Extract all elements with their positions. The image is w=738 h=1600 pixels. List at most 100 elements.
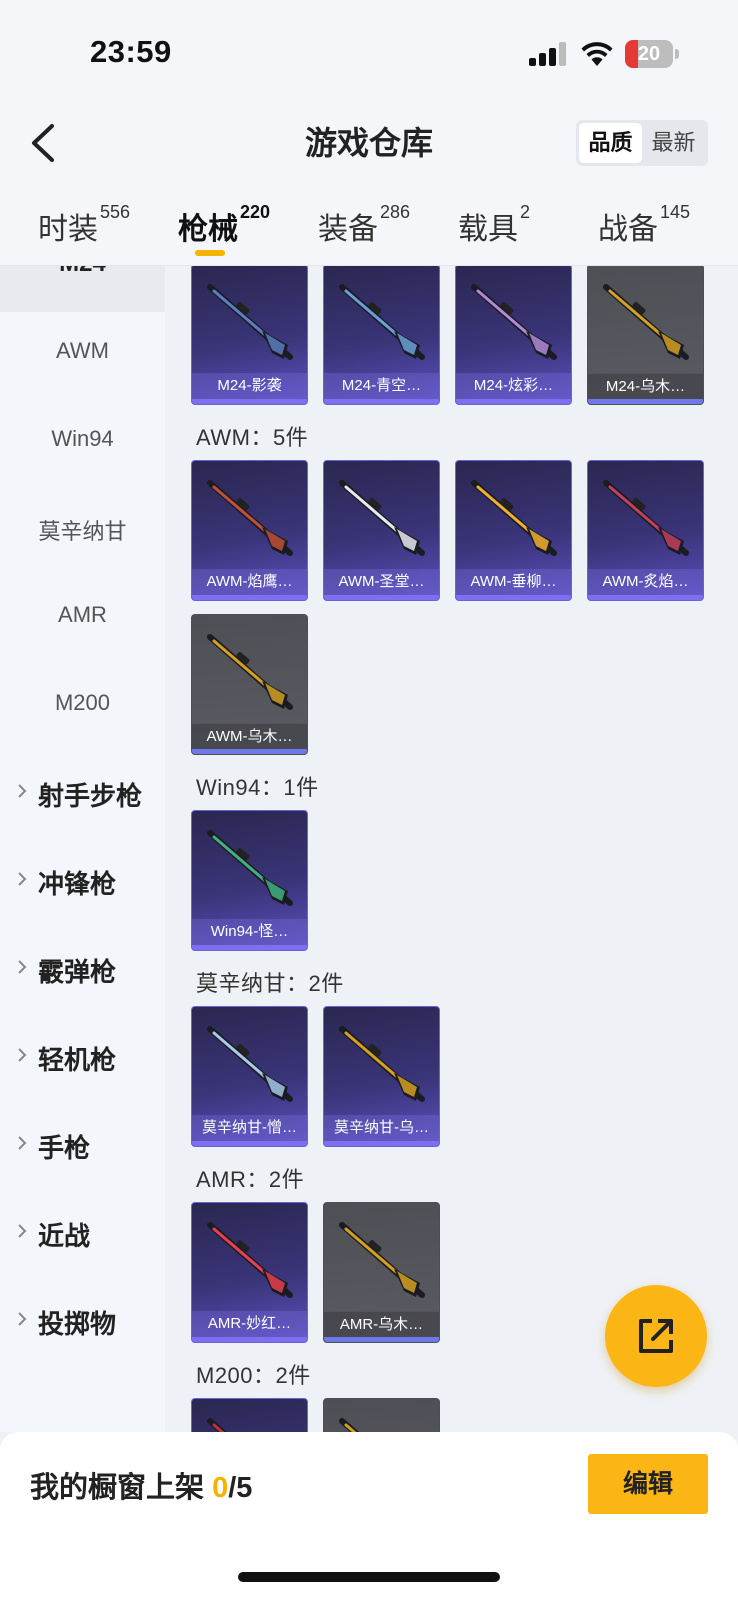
weapon-skin-name: M24-炫彩…: [456, 373, 571, 399]
rifle-icon: [603, 480, 689, 556]
weapon-skin-card[interactable]: AMR-乌木…: [323, 1202, 440, 1343]
weapon-skin-name: AWM-焰鹰…: [192, 569, 307, 595]
tab-count: 2: [520, 202, 531, 222]
weapon-skin-card[interactable]: Win94-怪…: [191, 810, 308, 951]
weapon-skin-card[interactable]: AMR-妙红…: [191, 1202, 308, 1343]
tab-combat-gear[interactable]: 战备145: [598, 202, 691, 248]
weapon-skin-card[interactable]: M24-青空…: [323, 266, 440, 405]
weapon-skin-card[interactable]: [191, 1398, 308, 1432]
weapon-skin-name: AMR-乌木…: [324, 1311, 439, 1337]
tab-equipment[interactable]: 装备286: [318, 202, 411, 248]
home-indicator: [238, 1572, 500, 1582]
weapon-skin-card[interactable]: AWM-垂柳…: [455, 460, 572, 601]
weapon-skin-card[interactable]: M24-乌木…: [587, 266, 704, 405]
weapon-skin-card[interactable]: AWM-圣堂…: [323, 460, 440, 601]
rifle-icon: [207, 830, 293, 906]
status-time: 23:59: [90, 34, 172, 69]
tab-count: 286: [380, 202, 411, 222]
weapon-skin-card[interactable]: AWM-焰鹰…: [191, 460, 308, 601]
chevron-right-icon: [18, 784, 27, 798]
header: 游戏仓库 品质 最新: [0, 100, 738, 190]
sidebar-item-mosin[interactable]: 莫辛纳甘: [0, 514, 165, 546]
sidebar-category-label: 近战: [38, 1221, 91, 1251]
rifle-icon: [207, 1418, 228, 1432]
sidebar-item-label: M24: [0, 266, 165, 278]
sort-toggle: 品质 最新: [576, 120, 708, 166]
cellular-signal-icon: [529, 42, 567, 66]
sidebar-category-label: 霰弹枪: [38, 957, 117, 987]
sidebar-item-win94[interactable]: Win94: [0, 426, 165, 452]
rifle-icon: [603, 284, 689, 360]
rarity-bar: [324, 1141, 439, 1146]
weapon-skin-name: M24-乌木…: [588, 373, 703, 399]
rarity-bar: [192, 1141, 307, 1146]
weapon-skin-name: M24-青空…: [324, 373, 439, 399]
weapon-skin-card[interactable]: AWM-炙焰…: [587, 460, 704, 601]
sidebar-item-amr[interactable]: AMR: [0, 602, 165, 628]
weapon-skin-name: Win94-怪…: [192, 919, 307, 945]
sidebar-category-label: 轻机枪: [38, 1045, 117, 1075]
tab-label: 战备: [598, 213, 658, 246]
showcase-count: 0: [212, 1472, 229, 1504]
weapon-skin-card[interactable]: AWM-乌木…: [191, 614, 308, 755]
tab-count: 556: [100, 202, 131, 222]
section-title: M200：2件: [196, 1363, 311, 1388]
weapon-skin-name: 莫辛纳甘-憎…: [192, 1115, 307, 1141]
rarity-bar: [456, 595, 571, 600]
battery-level: 20: [637, 43, 661, 65]
rifle-icon: [339, 480, 425, 556]
chevron-right-icon: [18, 872, 27, 886]
rarity-bar: [588, 595, 703, 600]
rarity-bar: [192, 595, 307, 600]
sidebar-category-label: 冲锋枪: [38, 869, 117, 899]
weapon-skin-card[interactable]: 莫辛纳甘-乌…: [323, 1006, 440, 1147]
tab-fashion[interactable]: 时装556: [38, 202, 131, 248]
rifle-icon: [207, 480, 293, 556]
sidebar: M24 AWM Win94 莫辛纳甘 AMR M200 射手步枪 冲锋枪 霰弹枪…: [0, 266, 165, 1432]
chevron-right-icon: [18, 1224, 27, 1238]
rifle-icon: [339, 284, 425, 360]
sidebar-item-m24[interactable]: M24: [0, 266, 165, 312]
share-button[interactable]: [605, 1285, 707, 1387]
tab-vehicles[interactable]: 载具2: [458, 202, 531, 248]
battery-tip: [675, 49, 679, 59]
sort-option-quality[interactable]: 品质: [579, 123, 642, 163]
category-tabs: 时装556 枪械220 装备286 载具2 战备145: [0, 190, 738, 266]
tab-count: 220: [240, 202, 271, 222]
weapon-skin-card[interactable]: M24-影袭: [191, 266, 308, 405]
battery-icon: 20: [625, 40, 673, 68]
showcase-total: /5: [228, 1472, 253, 1504]
weapon-skin-card[interactable]: [323, 1398, 440, 1432]
chevron-right-icon: [18, 960, 27, 974]
rarity-bar: [324, 399, 439, 404]
rifle-icon: [339, 1026, 425, 1102]
sidebar-item-m200[interactable]: M200: [0, 690, 165, 716]
weapon-skin-name: AWM-炙焰…: [588, 569, 703, 595]
sidebar-category-label: 射手步枪: [38, 781, 143, 811]
edit-button[interactable]: 编辑: [588, 1454, 708, 1514]
sort-option-latest[interactable]: 最新: [642, 123, 705, 163]
weapon-skin-card[interactable]: 莫辛纳甘-憎…: [191, 1006, 308, 1147]
rifle-icon: [339, 1418, 360, 1432]
tab-label: 时装: [38, 213, 98, 246]
weapon-skin-name: 莫辛纳甘-乌…: [324, 1115, 439, 1141]
rarity-bar: [192, 945, 307, 950]
rarity-bar: [588, 399, 703, 404]
rifle-icon: [339, 1222, 425, 1298]
tab-firearms[interactable]: 枪械220: [178, 202, 271, 248]
chevron-right-icon: [18, 1312, 27, 1326]
tab-count: 145: [660, 202, 691, 222]
weapon-skin-name: M24-影袭: [192, 373, 307, 399]
weapon-skin-card[interactable]: M24-炫彩…: [455, 266, 572, 405]
item-grid: M24-影袭 M24-青空… M24-炫彩… M24-乌木… AWM：5件 AWM-焰鹰……: [165, 266, 738, 1432]
section-title: Win94：1件: [196, 775, 319, 800]
share-icon: [639, 1319, 673, 1353]
weapon-skin-name: AWM-乌木…: [192, 723, 307, 749]
sidebar-item-awm[interactable]: AWM: [0, 338, 165, 364]
rifle-icon: [207, 284, 293, 360]
rifle-icon: [471, 284, 557, 360]
showcase-status: 我的橱窗上架 0/5: [30, 1464, 252, 1506]
section-title: AWM：5件: [196, 425, 309, 450]
rarity-bar: [324, 1337, 439, 1342]
rarity-bar: [324, 595, 439, 600]
